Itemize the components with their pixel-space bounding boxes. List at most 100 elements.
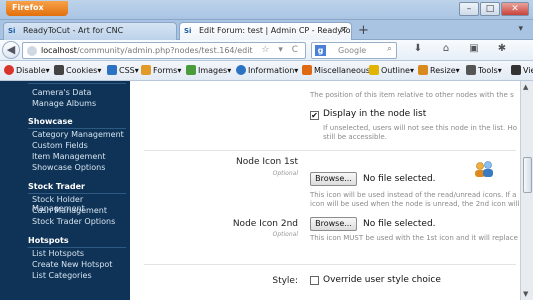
override-style-checkbox[interactable]: [310, 276, 319, 285]
node-icon-2nd-browse-button[interactable]: Browse...: [310, 217, 357, 231]
url-path: /community/admin.php?nodes/test.164/edit: [76, 46, 253, 55]
sidebar-item-cameras-data[interactable]: Camera's Data: [32, 88, 91, 97]
sidebar-item-item-management[interactable]: Item Management: [32, 152, 105, 161]
home-icon[interactable]: ⌂: [435, 43, 457, 57]
scroll-thumb[interactable]: [523, 157, 532, 193]
search-icon[interactable]: ⌕: [387, 44, 392, 54]
style-label: Style:: [272, 276, 298, 286]
node-icon-2nd-optional: Optional: [272, 231, 298, 238]
web-developer-toolbar: Disable▾ Cookies▾ CSS▾ Forms▾ Images▾ In…: [0, 61, 533, 81]
search-box[interactable]: g Google ⌕: [311, 42, 397, 59]
view-icon: [511, 65, 521, 75]
toolbar-icons: ⬇ ⌂ ▣ ✱: [407, 43, 519, 57]
window-controls: – □ ✕: [458, 2, 529, 16]
site-favicon-icon: Si: [184, 27, 192, 35]
devbar-tools[interactable]: Tools▾: [466, 65, 502, 75]
cookies-icon: [54, 65, 64, 75]
position-hint: The position of this item relative to ot…: [310, 91, 514, 99]
tab-edit-forum[interactable]: Si Edit Forum: test | Admin CP - ReadyTo…: [179, 22, 352, 40]
site-favicon-icon: Si: [8, 27, 16, 35]
sidebar-item-showcase-options[interactable]: Showcase Options: [32, 163, 105, 172]
url-bar[interactable]: localhost/community/admin.php?nodes/test…: [22, 42, 306, 59]
forms-icon: [141, 65, 151, 75]
miscellaneous-icon: [302, 65, 312, 75]
sidebar-heading-hotspots[interactable]: Hotspots: [28, 236, 69, 245]
node-icon-1st-file-status: No file selected.: [363, 174, 436, 184]
tab-title: Edit Forum: test | Admin CP - ReadyToCut…: [199, 26, 351, 35]
bookmark-star-icon[interactable]: ☆ ▾ C: [261, 45, 301, 55]
section-divider: [144, 150, 516, 151]
search-placeholder: Google: [338, 46, 367, 55]
sidebar-item-manage-albums[interactable]: Manage Albums: [32, 99, 96, 108]
node-icon-1st-optional: Optional: [272, 170, 298, 177]
devbar-miscellaneous[interactable]: Miscellaneous▾: [302, 65, 374, 75]
sidebar-divider: [28, 193, 126, 194]
section-divider: [144, 264, 516, 265]
devbar-outline[interactable]: Outline▾: [369, 65, 414, 75]
sidebar-item-custom-fields[interactable]: Custom Fields: [32, 141, 88, 150]
site-identity-icon[interactable]: [27, 46, 37, 56]
sidebar-item-cash-management[interactable]: Cash Management: [32, 206, 107, 215]
outline-icon: [369, 65, 379, 75]
tab-readytocut[interactable]: Si ReadyToCut - Art for CNC: [3, 22, 177, 40]
disable-icon: [4, 65, 14, 75]
resize-icon: [418, 65, 428, 75]
devbar-css[interactable]: CSS▾: [107, 65, 139, 75]
maximize-button[interactable]: □: [480, 2, 500, 16]
tools-icon: [466, 65, 476, 75]
devbar-cookies[interactable]: Cookies▾: [54, 65, 101, 75]
display-in-list-label[interactable]: Display in the node list: [323, 109, 426, 119]
tab-close-icon[interactable]: ✕: [339, 26, 347, 36]
tab-list-button[interactable]: ▾: [518, 24, 523, 34]
display-in-list-checkbox[interactable]: ✔: [310, 111, 319, 120]
close-window-button[interactable]: ✕: [501, 2, 529, 16]
edit-forum-form: The position of this item relative to ot…: [130, 81, 520, 300]
information-icon: [236, 65, 246, 75]
sidebar-divider: [28, 128, 126, 129]
images-icon: [186, 65, 196, 75]
devbar-images[interactable]: Images▾: [186, 65, 231, 75]
sidebar-divider: [28, 247, 126, 248]
node-icon-1st-browse-button[interactable]: Browse...: [310, 172, 357, 186]
display-in-list-hint: If unselected, users will not see this n…: [323, 124, 518, 132]
title-bar: Firefox – □ ✕: [0, 0, 533, 20]
bookmarks-icon[interactable]: ▣: [463, 43, 485, 57]
tab-bar: Si ReadyToCut - Art for CNC Si Edit Foru…: [0, 20, 533, 40]
node-icon-1st-label: Node Icon 1st: [236, 157, 298, 167]
back-button[interactable]: ◀: [2, 41, 20, 59]
page-scrollbar[interactable]: ▲ ▼: [520, 81, 533, 300]
admin-sidebar: Camera's Data Manage Albums Showcase Cat…: [0, 81, 130, 300]
firefox-menu-button[interactable]: Firefox: [6, 1, 68, 16]
sidebar-item-list-hotspots[interactable]: List Hotspots: [32, 249, 84, 258]
node-icon-1st-hint: This icon will be used instead of the re…: [310, 191, 517, 199]
node-icon-2nd-file-status: No file selected.: [363, 219, 436, 229]
tab-title: ReadyToCut - Art for CNC: [23, 26, 124, 35]
devbar-forms[interactable]: Forms▾: [141, 65, 181, 75]
google-engine-icon[interactable]: g: [315, 45, 326, 56]
sidebar-heading-showcase[interactable]: Showcase: [28, 117, 73, 126]
sidebar-item-stock-trader-options[interactable]: Stock Trader Options: [32, 217, 115, 226]
node-icon-2nd-label: Node Icon 2nd: [232, 219, 298, 229]
download-icon[interactable]: ⬇: [407, 43, 429, 57]
devbar-resize[interactable]: Resize▾: [418, 65, 460, 75]
node-icon-users-icon: [475, 161, 493, 177]
display-in-list-hint-2: still be accessible.: [323, 133, 387, 141]
sidebar-item-category-management[interactable]: Category Management: [32, 130, 124, 139]
node-icon-1st-hint-2: icon will be used when the node is unrea…: [310, 200, 520, 208]
sidebar-item-list-categories[interactable]: List Categories: [32, 271, 92, 280]
sidebar-heading-stock-trader[interactable]: Stock Trader: [28, 182, 85, 191]
sidebar-item-create-new-hotspot[interactable]: Create New Hotspot: [32, 260, 112, 269]
css-icon: [107, 65, 117, 75]
scroll-down-icon[interactable]: ▼: [523, 290, 528, 298]
sidebar-divider: [28, 83, 126, 84]
devbar-view[interactable]: Vie: [511, 65, 533, 75]
addon-icon[interactable]: ✱: [491, 43, 513, 57]
scroll-up-icon[interactable]: ▲: [523, 83, 528, 91]
devbar-disable[interactable]: Disable▾: [4, 65, 50, 75]
navigation-bar: ◀ localhost/community/admin.php?nodes/te…: [0, 40, 533, 61]
override-style-label[interactable]: Override user style choice: [323, 275, 441, 285]
devbar-information[interactable]: Information▾: [236, 65, 298, 75]
node-icon-2nd-hint: This icon MUST be used with the 1st icon…: [310, 234, 518, 242]
minimize-button[interactable]: –: [459, 2, 479, 16]
new-tab-button[interactable]: +: [358, 23, 369, 38]
